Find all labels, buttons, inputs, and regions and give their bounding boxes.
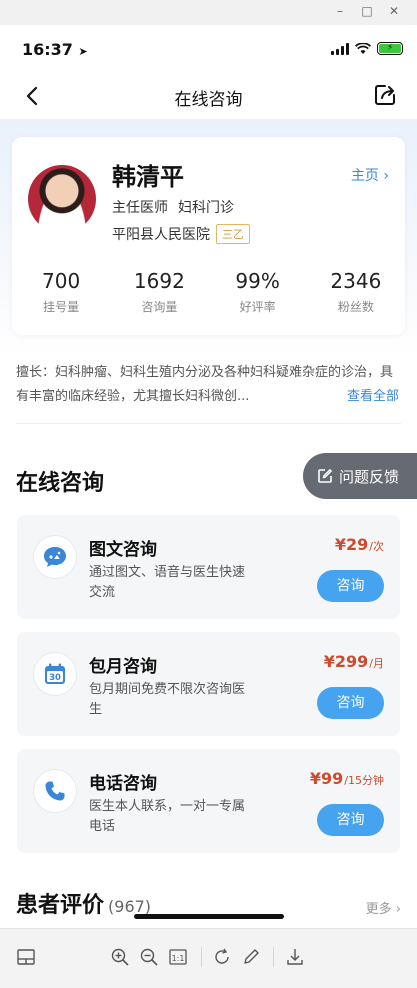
maximize-icon[interactable]: □: [360, 4, 374, 18]
cellular-signal-icon: [331, 42, 349, 55]
feedback-button[interactable]: 问题反馈: [303, 453, 417, 499]
status-bar: 16:37 ➤ ⚡: [0, 25, 417, 73]
feedback-label: 问题反馈: [339, 467, 400, 486]
reviews-title-text: 患者评价: [16, 893, 105, 918]
service-desc: 通过图文、语音与医生快速交流: [89, 565, 246, 600]
doctor-stats: 700 挂号量 1692 咨询量 99% 好评率 2346 粉丝数: [12, 269, 405, 315]
reviews-section-title: 患者评价 (967): [16, 887, 151, 919]
doctor-name: 韩清平: [112, 163, 184, 191]
stat-label: 好评率: [239, 300, 276, 314]
more-label: 更多: [365, 902, 392, 917]
sidebar-toggle-icon[interactable]: [16, 947, 36, 967]
close-icon[interactable]: ✕: [387, 4, 401, 18]
stat-value: 700: [42, 269, 81, 293]
stat-value: 99%: [235, 269, 280, 293]
pencil-icon[interactable]: [241, 947, 261, 967]
doctor-title: 主任医师: [112, 200, 168, 216]
service-desc: 包月期间免费不限次咨询医生: [89, 682, 246, 717]
viewer-toolbar: 1:1: [0, 928, 417, 988]
window-titlebar: – □ ✕: [0, 0, 417, 25]
stat-label: 挂号量: [43, 300, 80, 314]
zoom-out-icon[interactable]: [139, 947, 159, 967]
hospital-grade-badge: 三乙: [216, 224, 250, 244]
location-arrow-icon: ➤: [78, 45, 88, 58]
toolbar-divider: [201, 947, 202, 967]
doctor-department: 妇科门诊: [178, 200, 234, 216]
doctor-hospital-row: 平阳县人民医院 三乙: [112, 224, 250, 244]
divider: [16, 423, 401, 424]
chat-icon: [33, 535, 77, 579]
home-link-label: 主页: [350, 168, 379, 184]
svg-text:1:1: 1:1: [172, 954, 185, 963]
doctor-avatar: [28, 165, 96, 233]
stat-followers: 2346 粉丝数: [307, 269, 405, 315]
service-price: ¥99/15分钟: [310, 769, 384, 788]
price-value: ¥99: [309, 769, 344, 788]
price-unit: /15分钟: [344, 774, 384, 787]
consult-button[interactable]: 咨询: [317, 687, 384, 719]
service-name: 包月咨询: [89, 657, 157, 677]
price-unit: /次: [369, 540, 384, 553]
actual-size-icon[interactable]: 1:1: [168, 947, 188, 967]
stat-consultations: 1692 咨询量: [110, 269, 208, 315]
service-price: ¥29/次: [335, 535, 384, 554]
phone-icon: [33, 769, 77, 813]
calendar-icon-text: 30: [49, 673, 61, 683]
service-desc: 医生本人联系，一对一专属电话: [89, 799, 246, 834]
wifi-icon: [355, 42, 371, 54]
service-price: ¥299/月: [324, 652, 384, 671]
edit-icon: [318, 469, 332, 483]
price-unit: /月: [369, 657, 384, 670]
minimize-icon[interactable]: –: [333, 4, 347, 18]
doctor-expertise: 擅长：妇科肿瘤、妇科生殖内分泌及各种妇科疑难杂症的诊治，具有丰富的临床经验，尤其…: [16, 365, 394, 404]
download-icon[interactable]: [285, 947, 305, 967]
stat-label: 粉丝数: [337, 300, 374, 314]
stat-rating: 99% 好评率: [209, 269, 307, 315]
toolbar-divider: [273, 947, 274, 967]
phone-screen: 16:37 ➤ ⚡ 在线咨询 韩清平 主页 › 主任医师 妇科门诊 平阳县人民医院…: [0, 25, 417, 928]
rotate-icon[interactable]: [212, 947, 232, 967]
chevron-right-icon: ›: [383, 168, 389, 184]
page-title: 在线咨询: [174, 90, 243, 110]
battery-icon: ⚡: [377, 42, 403, 55]
price-value: ¥29: [334, 535, 369, 554]
service-name: 电话咨询: [89, 774, 157, 794]
service-card-monthly[interactable]: 30 包月咨询 包月期间免费不限次咨询医生 ¥299/月 咨询: [17, 632, 400, 736]
service-name: 图文咨询: [89, 540, 157, 560]
stat-value: 2346: [330, 269, 382, 293]
home-indicator[interactable]: [134, 914, 284, 919]
share-icon[interactable]: [373, 83, 397, 107]
price-value: ¥299: [323, 652, 369, 671]
home-link[interactable]: 主页 ›: [351, 165, 389, 185]
status-time-text: 16:37: [22, 40, 73, 59]
doctor-hospital: 平阳县人民医院: [112, 227, 210, 243]
service-card-phone[interactable]: 电话咨询 医生本人联系，一对一专属电话 ¥99/15分钟 咨询: [17, 749, 400, 853]
zoom-in-icon[interactable]: [110, 947, 130, 967]
see-all-link[interactable]: 查看全部: [342, 385, 399, 404]
doctor-card: 韩清平 主页 › 主任医师 妇科门诊 平阳县人民医院 三乙 700 挂号量 1692 咨…: [12, 137, 405, 335]
more-reviews-link[interactable]: 更多 ›: [366, 898, 401, 917]
stat-label: 咨询量: [141, 300, 178, 314]
consult-section-title: 在线咨询: [16, 471, 105, 496]
calendar-icon: 30: [33, 652, 77, 696]
consult-button[interactable]: 咨询: [317, 570, 384, 602]
doctor-title-row: 主任医师 妇科门诊: [112, 197, 234, 217]
service-card-text[interactable]: 图文咨询 通过图文、语音与医生快速交流 ¥29/次 咨询: [17, 515, 400, 619]
consult-button[interactable]: 咨询: [317, 804, 384, 836]
stat-value: 1692: [133, 269, 185, 293]
stat-registrations: 700 挂号量: [12, 269, 110, 315]
nav-bar: 在线咨询: [0, 73, 417, 119]
status-time: 16:37 ➤: [22, 40, 88, 59]
chevron-right-icon: ›: [395, 902, 401, 917]
status-icons: ⚡: [331, 42, 403, 55]
